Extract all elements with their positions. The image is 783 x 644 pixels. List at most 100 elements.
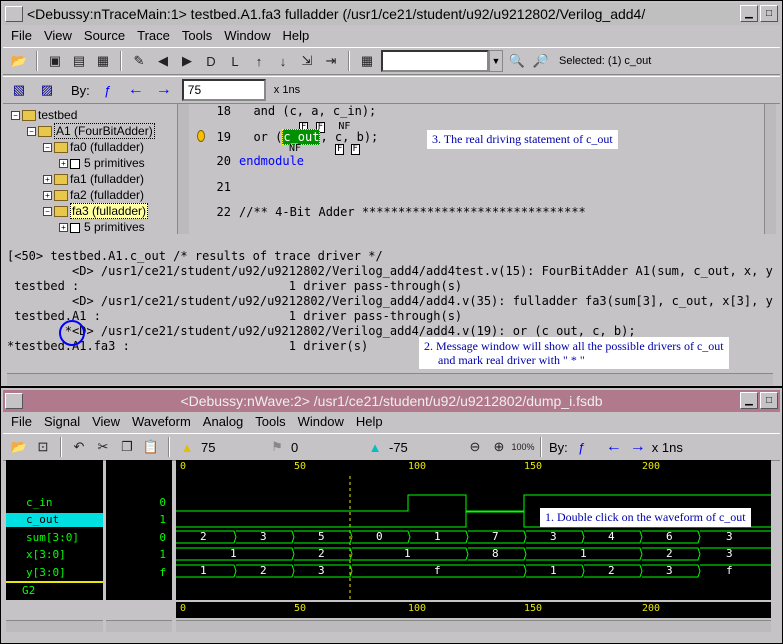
back-arrow-icon[interactable]: ◀ [153, 51, 173, 71]
open-folder-icon[interactable]: 📂 [9, 51, 29, 71]
prev-edge-icon[interactable]: ← [604, 437, 624, 457]
signal-c-in[interactable]: c_in [6, 496, 103, 510]
y-value: 2 [608, 564, 615, 577]
signal-y[interactable]: y[3:0] [6, 566, 103, 580]
menu-help[interactable]: Help [282, 26, 309, 46]
open-folder-icon[interactable]: 📂 [9, 437, 29, 457]
menu-tools[interactable]: Tools [182, 26, 212, 46]
x-labels: 1 2 1 8 1 2 3 [176, 547, 771, 561]
minimize-icon[interactable]: ▁ [740, 5, 758, 22]
signal-x[interactable]: x[3:0] [6, 548, 103, 562]
signal-c-out[interactable]: c_out [6, 513, 103, 527]
menu-analog[interactable]: Analog [203, 412, 243, 432]
values-hscrollbar[interactable] [106, 620, 172, 632]
dropdown-arrow-icon[interactable]: ▼ [489, 50, 503, 72]
time-ruler-top: 0 50 100 150 200 [176, 460, 771, 476]
copy-icon[interactable]: ❐ [117, 437, 137, 457]
source-scrollbar[interactable] [764, 104, 776, 234]
menu-signal[interactable]: Signal [44, 412, 80, 432]
names-hscrollbar[interactable] [6, 620, 103, 632]
menu-view[interactable]: View [44, 26, 72, 46]
tree-scrollbar[interactable] [177, 104, 189, 234]
load-icon[interactable]: L [225, 51, 245, 71]
driver-icon[interactable]: D [201, 51, 221, 71]
tree-item-primitives-3[interactable]: +5 primitives [59, 220, 145, 234]
menu-view[interactable]: View [92, 412, 120, 432]
annotation-double-click: 1. Double click on the waveform of c_out [540, 508, 751, 527]
forward-arrow-icon[interactable]: ▶ [177, 51, 197, 71]
menu-window[interactable]: Window [224, 26, 270, 46]
search-combo[interactable]: ▼ [381, 50, 503, 72]
window-menu-icon[interactable] [5, 6, 23, 22]
schematic-icon[interactable]: ▧ [9, 80, 29, 100]
tree-item-fa0[interactable]: − fa0 (fulladder) [43, 140, 144, 154]
menu-waveform[interactable]: Waveform [132, 412, 191, 432]
tree-item-a1[interactable]: − A1 (FourBitAdder) [27, 123, 155, 139]
message-line[interactable]: <D> /usr1/ce21/student/u92/u9212802/Veri… [7, 264, 773, 279]
edge-type-icon[interactable]: ƒ [572, 437, 592, 457]
calculator-icon[interactable]: ▦ [357, 51, 377, 71]
menu-window[interactable]: Window [298, 412, 344, 432]
tree-item-fa3[interactable]: − fa3 (fulladder) [43, 203, 149, 219]
zoom-fit-icon[interactable]: 100% [511, 437, 534, 457]
prev-edge-icon[interactable]: ← [126, 80, 146, 100]
tree-item-fa2[interactable]: + fa2 (fulladder) [43, 188, 144, 202]
next-edge-icon[interactable]: → [628, 437, 648, 457]
source-line-19[interactable]: or (c_out, c, b); [239, 129, 378, 145]
find-prev-icon[interactable]: 🔎 [531, 51, 551, 71]
edge-type-icon[interactable]: ƒ [98, 80, 118, 100]
source-line-20[interactable]: endmodule [239, 154, 304, 168]
menu-help[interactable]: Help [356, 412, 383, 432]
wave-hscrollbar[interactable] [176, 620, 771, 632]
line-number: 20 [216, 154, 231, 168]
source-pane: 18 and (c, a, c_in); F F NF 19 or (c_out… [191, 104, 774, 234]
window-grid-icon[interactable]: ▦ [93, 51, 113, 71]
window-tile-icon[interactable]: ▣ [45, 51, 65, 71]
source-line-18[interactable]: and (c, a, c_in); [239, 104, 376, 118]
minimize-icon[interactable]: ▁ [740, 392, 758, 409]
time-input[interactable] [181, 79, 266, 101]
signal-tree-icon[interactable]: ⊡ [33, 437, 53, 457]
menu-source[interactable]: Source [84, 26, 125, 46]
message-line[interactable]: <D> /usr1/ce21/student/u92/u9212802/Veri… [7, 294, 773, 309]
down-arrow-icon[interactable]: ↓ [273, 51, 293, 71]
x-value: 8 [492, 547, 499, 560]
cut-icon[interactable]: ✂ [93, 437, 113, 457]
zoom-in-icon[interactable]: ⊕ [489, 437, 509, 457]
signal-sum[interactable]: sum[3:0] [6, 531, 103, 545]
paste-icon[interactable]: 📋 [141, 437, 161, 457]
menu-file[interactable]: File [11, 26, 32, 46]
hierarchy-tree: − testbed − A1 (FourBitAdder) − fa0 (fullad… [7, 104, 177, 234]
menu-file[interactable]: File [11, 412, 32, 432]
line-number: 21 [216, 180, 231, 194]
up-arrow-icon[interactable]: ↑ [249, 51, 269, 71]
source-line-22[interactable]: //** 4-Bit Adder ***********************… [239, 205, 586, 219]
maximize-icon[interactable]: □ [760, 5, 778, 22]
menu-trace[interactable]: Trace [137, 26, 170, 46]
undo-icon[interactable]: ↶ [69, 437, 89, 457]
menu-tools[interactable]: Tools [255, 412, 285, 432]
next-edge-icon[interactable]: → [154, 80, 174, 100]
sum-value: 0 [376, 530, 383, 543]
find-next-icon[interactable]: 🔍 [507, 51, 527, 71]
ntrace-titlebar[interactable]: <Debussy:nTraceMain:1> testbed.A1.fa3 fu… [3, 3, 780, 25]
waveform-pane[interactable]: 2 3 5 0 1 7 3 4 6 3 1 2 1 8 1 2 3 1 2 3 … [176, 476, 771, 600]
maximize-icon[interactable]: □ [760, 392, 778, 409]
hierarchy-icon[interactable]: ▨ [37, 80, 57, 100]
tree-item-fa1[interactable]: + fa1 (fulladder) [43, 172, 144, 186]
message-hscrollbar[interactable] [7, 373, 773, 385]
expand-icon[interactable]: ⇲ [297, 51, 317, 71]
group-label[interactable]: G2 [6, 584, 103, 598]
trace-icon[interactable]: ✎ [129, 51, 149, 71]
zoom-out-icon[interactable]: ⊖ [465, 437, 485, 457]
nwave-titlebar[interactable]: <Debussy:nWave:2> /usr1/ce21/student/u92… [3, 390, 780, 412]
window-split-icon[interactable]: ▤ [69, 51, 89, 71]
signal-name-pane: c_in c_out sum[3:0] x[3:0] y[3:0] G2 [6, 460, 103, 600]
ruler-tick: 150 [524, 461, 543, 472]
search-input[interactable] [381, 50, 489, 72]
tree-item-testbed[interactable]: − testbed [11, 108, 77, 122]
value-c-in: 0 [159, 496, 166, 509]
connect-icon[interactable]: ⇥ [321, 51, 341, 71]
window-menu-icon[interactable] [5, 393, 23, 409]
tree-item-primitives-0[interactable]: +5 primitives [59, 156, 145, 170]
